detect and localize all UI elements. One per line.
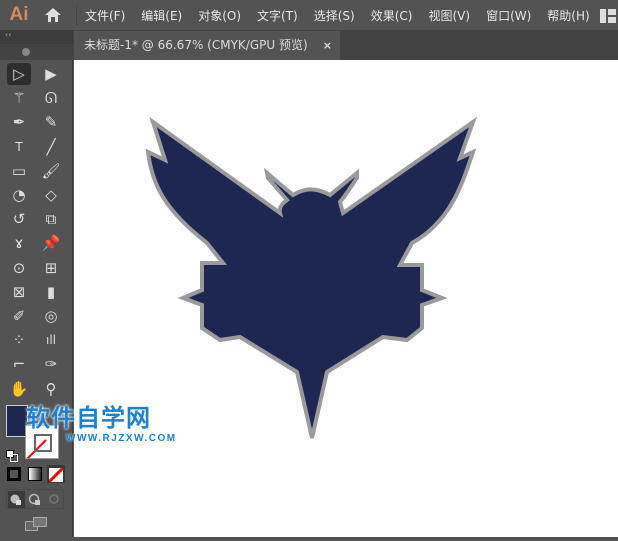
magic-wand-tool-icon[interactable]: ⚚ bbox=[7, 87, 31, 109]
app-logo: Ai bbox=[9, 4, 29, 25]
puppet-warp-tool-icon[interactable]: 📌 bbox=[39, 232, 63, 254]
hornet-emblem-shape[interactable] bbox=[145, 116, 478, 439]
shape-builder-tool-icon[interactable]: ⊙ bbox=[7, 257, 31, 279]
type-tool-icon[interactable]: T bbox=[7, 136, 31, 158]
menu-help[interactable]: 帮助(H) bbox=[547, 7, 589, 24]
menu-select[interactable]: 选择(S) bbox=[314, 7, 355, 24]
shaper-tool-icon[interactable]: ◔ bbox=[7, 184, 31, 206]
line-tool-icon[interactable]: ╱ bbox=[39, 136, 63, 158]
pen-tool-icon[interactable]: ✒ bbox=[7, 111, 31, 133]
workspace-switcher-icon[interactable] bbox=[600, 8, 616, 23]
zoom-tool-icon[interactable]: ⚲ bbox=[39, 378, 63, 400]
panel-grip[interactable] bbox=[22, 48, 38, 51]
eyedropper-tool-icon[interactable]: ✐ bbox=[7, 305, 31, 327]
menu-file[interactable]: 文件(F) bbox=[85, 7, 125, 24]
lasso-tool-icon[interactable]: ᘏ bbox=[39, 87, 63, 109]
selection-tool-icon[interactable]: ▷ bbox=[7, 63, 31, 85]
none-mode-button[interactable] bbox=[47, 465, 65, 484]
draw-normal-icon[interactable] bbox=[8, 491, 25, 508]
hand-tool-icon[interactable]: ✋ bbox=[7, 378, 31, 400]
watermark-title: 软件自学网 bbox=[26, 404, 151, 432]
perspective-grid-tool-icon[interactable]: ⊞ bbox=[39, 257, 63, 279]
watermark-url: WWW.RJZXW.COM bbox=[66, 433, 177, 444]
gradient-mode-button[interactable] bbox=[28, 467, 42, 481]
rotate-tool-icon[interactable]: ↺ bbox=[7, 208, 31, 230]
curvature-tool-icon[interactable]: ✎ bbox=[39, 111, 63, 133]
warp-tool-icon[interactable]: ɤ bbox=[7, 232, 31, 254]
document-tab[interactable]: 未标题-1* @ 66.67% (CMYK/GPU 预览) × bbox=[74, 31, 340, 60]
default-colors-icon[interactable] bbox=[6, 447, 18, 462]
symbol-sprayer-tool-icon[interactable]: ⁘ bbox=[7, 329, 31, 351]
direct-selection-tool-icon[interactable]: ▶ bbox=[39, 63, 63, 85]
slice-tool-icon[interactable]: ✑ bbox=[39, 353, 63, 375]
artboard-tool-icon[interactable]: ⌐ bbox=[7, 353, 31, 375]
menu-bar: Ai 文件(F) 编辑(E) 对象(O) 文字(T) 选择(S) 效果(C) 视… bbox=[0, 0, 618, 30]
screen-mode-icon[interactable] bbox=[25, 516, 47, 532]
eraser-tool-icon[interactable]: ◇ bbox=[39, 184, 63, 206]
mesh-tool-icon[interactable]: ⊠ bbox=[7, 281, 31, 303]
color-mode-button[interactable] bbox=[7, 467, 21, 481]
artboard-canvas[interactable] bbox=[74, 60, 618, 537]
scale-tool-icon[interactable]: ⧉ bbox=[39, 208, 63, 230]
gradient-tool-icon[interactable]: ▮ bbox=[39, 281, 63, 303]
rectangle-tool-icon[interactable]: ▭ bbox=[7, 160, 31, 182]
draw-behind-icon[interactable] bbox=[27, 491, 44, 508]
draw-mode-group bbox=[6, 489, 64, 509]
emblem-artwork[interactable] bbox=[74, 60, 618, 537]
menu-type[interactable]: 文字(T) bbox=[257, 7, 298, 24]
watermark: 软件自学网 WWW.RJZXW.COM bbox=[26, 398, 177, 444]
menu-view[interactable]: 视图(V) bbox=[428, 7, 470, 24]
column-graph-tool-icon[interactable]: ıll bbox=[39, 329, 63, 351]
menu-window[interactable]: 窗口(W) bbox=[486, 7, 531, 24]
divider bbox=[76, 5, 77, 25]
menu-edit[interactable]: 编辑(E) bbox=[141, 7, 182, 24]
menu-effect[interactable]: 效果(C) bbox=[371, 7, 413, 24]
menu-object[interactable]: 对象(O) bbox=[198, 7, 241, 24]
collapse-panel-button[interactable]: ‹‹ bbox=[0, 30, 73, 44]
draw-inside-icon[interactable] bbox=[46, 491, 63, 508]
blend-tool-icon[interactable]: ◎ bbox=[39, 305, 63, 327]
paintbrush-tool-icon[interactable]: 🖌 bbox=[39, 160, 63, 182]
close-tab-icon[interactable]: × bbox=[323, 31, 332, 60]
document-tab-title: 未标题-1* @ 66.67% (CMYK/GPU 预览) bbox=[84, 38, 308, 52]
home-icon[interactable] bbox=[38, 0, 68, 30]
